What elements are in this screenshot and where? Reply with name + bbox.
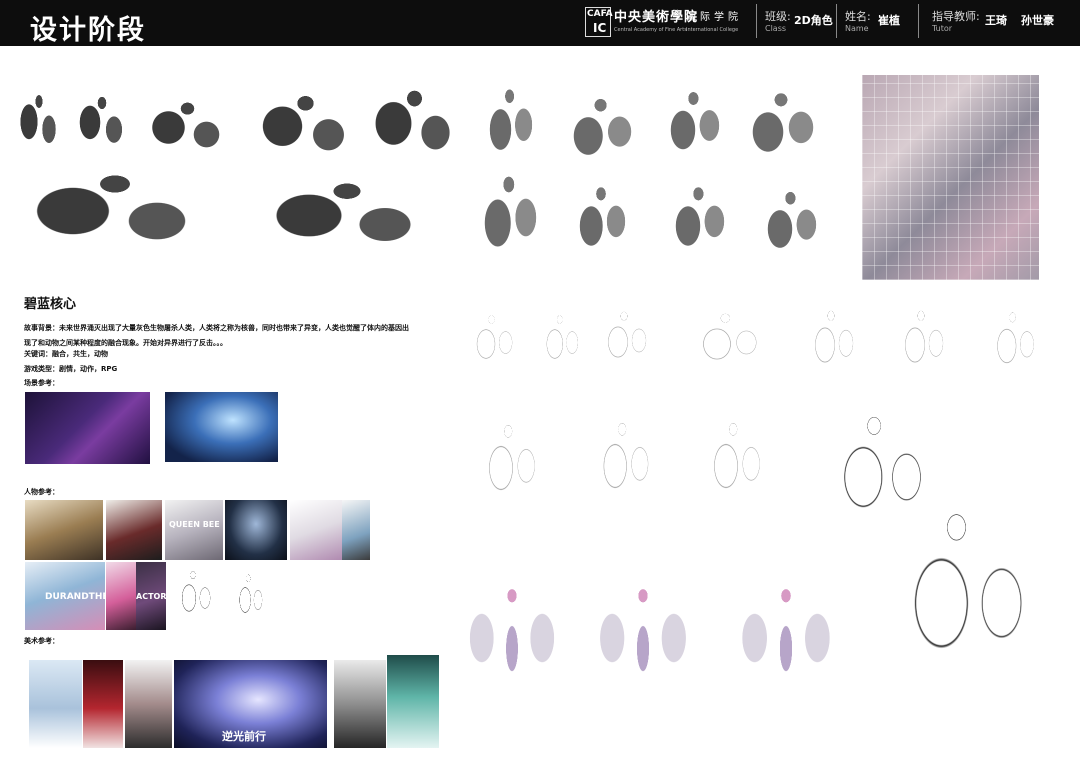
art-reference-poster: 逆光前行 xyxy=(174,660,327,748)
gray-character-sketch xyxy=(476,82,546,177)
tutor-sub-label: Tutor xyxy=(932,24,953,33)
name-label: 姓名: xyxy=(845,10,871,23)
gray-character-sketch xyxy=(733,86,833,178)
silhouette-sketch xyxy=(72,90,132,162)
line-art-sketch xyxy=(530,308,592,380)
final-ink-character xyxy=(870,498,1058,708)
name-sub-label: Name xyxy=(845,24,869,33)
character-reference-sketch xyxy=(230,570,270,630)
art-reference-image xyxy=(334,660,386,748)
art-reference-image xyxy=(29,660,82,748)
actor-text: ACTOR xyxy=(136,592,166,601)
silhouette-sketch xyxy=(140,96,235,166)
character-reference-image: ACTOR xyxy=(136,562,166,630)
story-line-1: 故事背景：未来世界涌灭出现了大量灰色生物屠杀人类，人类将之称为核兽，同时也带来了… xyxy=(24,324,409,332)
silhouette-creature-sketch xyxy=(10,166,220,266)
poster-title-text: 逆光前行 xyxy=(222,730,266,743)
art-reference-image xyxy=(387,655,439,748)
scene-reference-label: 场景参考： xyxy=(24,379,59,387)
keywords: 关键词：融合，共生，动物 xyxy=(24,350,108,358)
line-art-sketch xyxy=(458,308,528,380)
character-reference-image xyxy=(290,500,342,560)
color-variant-character xyxy=(588,572,698,704)
character-reference-image xyxy=(225,500,287,560)
line-art-sketch xyxy=(690,412,780,520)
color-variant-character xyxy=(730,572,842,704)
character-reference-sketch xyxy=(170,566,220,630)
character-reference-label: 人物参考： xyxy=(24,488,59,496)
scene-reference-image xyxy=(165,392,278,462)
silhouette-sketch xyxy=(14,88,64,163)
divider xyxy=(918,4,919,38)
class-sub-label: Class xyxy=(765,24,787,33)
character-reference-image xyxy=(106,500,162,560)
tutor-value-1: 王琦 xyxy=(985,14,1007,27)
college-name: 国际学院 International College xyxy=(686,12,742,33)
name-value: 崔植 xyxy=(878,14,900,27)
line-art-sketch xyxy=(465,414,555,522)
project-title: 碧蓝核心 xyxy=(24,297,77,312)
art-reference-image xyxy=(83,660,123,748)
gray-character-sketch xyxy=(752,185,832,273)
class-label: 班级: xyxy=(765,10,791,23)
character-reference-image xyxy=(25,500,103,560)
line-art-sketch xyxy=(580,412,668,520)
gray-character-sketch xyxy=(660,180,740,272)
divider xyxy=(836,4,837,38)
color-variant-character xyxy=(458,572,566,704)
gray-character-sketch xyxy=(655,85,735,175)
silhouette-sketch xyxy=(362,82,467,174)
tutor-label: 指导教师: xyxy=(932,10,980,23)
page-title: 设计阶段 xyxy=(30,15,146,46)
line-art-sketch xyxy=(885,302,960,388)
header-bar: 设计阶段 CAFA IC 中央美術學院 Central Academy of F… xyxy=(0,0,1080,46)
moodboard-reference xyxy=(862,75,1039,280)
gray-character-sketch xyxy=(565,180,640,272)
character-reference-image xyxy=(106,562,136,630)
game-type: 游戏类型：剧情，动作，RPG xyxy=(24,365,118,373)
character-reference-image: DURANDTHEM xyxy=(25,562,105,630)
character-reference-image: QUEEN BEE xyxy=(165,500,223,560)
gray-character-sketch xyxy=(468,168,553,278)
scene-reference-image xyxy=(25,392,150,464)
class-value: 2D角色 xyxy=(794,14,833,27)
line-art-sketch xyxy=(978,304,1050,388)
gray-character-sketch xyxy=(555,92,650,180)
art-reference-label: 美术参考： xyxy=(24,637,59,645)
line-art-sketch xyxy=(795,302,870,388)
durandal-text: DURANDTHEM xyxy=(45,592,105,602)
divider xyxy=(756,4,757,38)
line-art-sketch xyxy=(588,304,663,380)
line-art-sketch xyxy=(675,306,780,382)
queen-bee-text: QUEEN BEE xyxy=(169,520,220,529)
art-reference-image xyxy=(125,660,172,748)
character-reference-image xyxy=(342,500,370,560)
silhouette-sketch xyxy=(248,88,363,173)
tutor-value-2: 孙世豪 xyxy=(1021,14,1054,27)
silhouette-weapon-sketch xyxy=(252,175,442,265)
cafa-ic-logo: CAFA IC xyxy=(585,7,613,37)
